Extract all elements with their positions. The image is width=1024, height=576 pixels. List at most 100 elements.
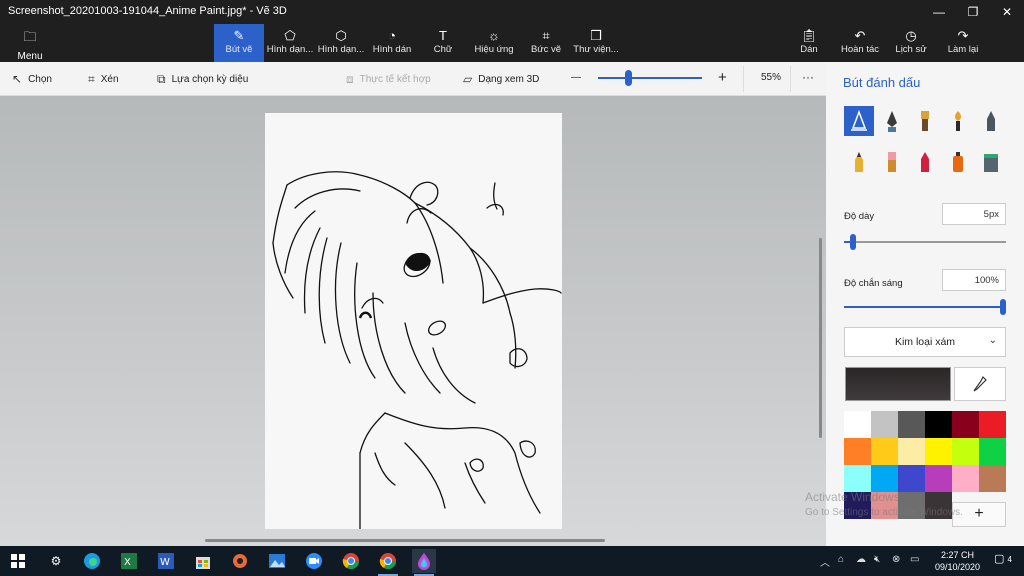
vertical-scrollbar[interactable] <box>819 238 822 438</box>
palette-swatch[interactable] <box>979 411 1006 438</box>
mixed-reality-button[interactable]: ⧈ Thực tế kết hợp <box>346 72 431 87</box>
view-3d-label: Dạng xem 3D <box>478 73 540 85</box>
chrome-app[interactable] <box>339 549 363 573</box>
tool-label: Bút vẽ <box>225 44 253 55</box>
palette-swatch[interactable] <box>844 465 871 492</box>
system-clock[interactable]: 2:27 CH 09/10/2020 <box>935 549 980 573</box>
photos-app[interactable] <box>265 549 289 573</box>
watermark-line1: Activate Windows <box>805 490 900 504</box>
start-button[interactable] <box>6 549 30 573</box>
paint-3d-app[interactable] <box>412 549 436 576</box>
select-button[interactable]: ↖ Chọn <box>12 72 52 86</box>
oil-brush[interactable] <box>910 106 940 136</box>
tool-3d-library[interactable]: ❒ Thư viện... <box>573 24 619 62</box>
redo-button[interactable]: ↷ Làm lại <box>944 24 982 62</box>
marker-brush[interactable] <box>844 106 874 136</box>
brush-icon: ✎ <box>233 28 245 43</box>
library-icon: ❒ <box>590 28 602 43</box>
eyedropper-button[interactable] <box>954 367 1006 401</box>
menu-button[interactable]: 🗀 Menu <box>10 28 50 62</box>
palette-swatch[interactable] <box>898 411 925 438</box>
more-options-button[interactable]: ··· <box>802 70 814 84</box>
drawing-canvas[interactable] <box>265 113 562 530</box>
palette-swatch[interactable] <box>871 465 898 492</box>
view-3d-icon: ▱ <box>463 72 473 86</box>
crop-label: Xén <box>100 74 119 85</box>
zoom-in-button[interactable]: + <box>718 69 727 86</box>
tool-stickers[interactable]: ◔ Hình dán <box>369 24 415 62</box>
battery-icon[interactable]: ▭ <box>910 554 919 565</box>
palette-swatch[interactable] <box>898 438 925 465</box>
crayon-brush[interactable] <box>910 147 940 177</box>
watermark-line2: Go to Settings to activate Windows. <box>805 507 963 518</box>
thickness-slider[interactable] <box>844 234 1006 250</box>
thickness-input[interactable]: 5px <box>942 203 1006 225</box>
palette-swatch[interactable] <box>871 411 898 438</box>
restore-button[interactable]: ❐ <box>956 0 990 24</box>
palette-swatch[interactable] <box>844 438 871 465</box>
opacity-input[interactable]: 100% <box>942 269 1006 291</box>
tool-effects[interactable]: ☼ Hiệu ứng <box>472 24 516 62</box>
palette-swatch[interactable] <box>898 465 925 492</box>
tool-brushes[interactable]: ✎ Bút vẽ <box>214 24 264 62</box>
zoom-value: 55% <box>761 72 782 83</box>
minimize-button[interactable]: — <box>922 0 956 24</box>
pencil-brush[interactable] <box>844 147 874 177</box>
magic-select-button[interactable]: ⧉ Lựa chọn kỳ diệu <box>157 72 248 87</box>
volume-muted-icon[interactable]: 🔇︎ <box>874 554 880 565</box>
crop-button[interactable]: ⌗ Xén <box>88 72 119 87</box>
zoom-app[interactable] <box>302 549 326 573</box>
thickness-slider-thumb[interactable] <box>850 234 856 250</box>
palette-swatch[interactable] <box>979 438 1006 465</box>
palette-swatch[interactable] <box>952 465 979 492</box>
opacity-slider-thumb[interactable] <box>1000 299 1006 315</box>
undo-button[interactable]: ↶ Hoàn tác <box>839 24 881 62</box>
palette-swatch[interactable] <box>979 465 1006 492</box>
palette-swatch[interactable] <box>925 465 952 492</box>
palette-swatch[interactable] <box>844 411 871 438</box>
svg-text:X: X <box>124 557 131 568</box>
word-app[interactable]: W <box>154 549 178 573</box>
network-icon[interactable]: ⌂ <box>838 554 844 565</box>
chrome-app-open[interactable] <box>376 549 400 576</box>
paste-button[interactable]: 📋︎ Dán <box>796 24 822 62</box>
store-app[interactable] <box>191 549 215 573</box>
settings-app[interactable]: ⚙ <box>44 549 68 573</box>
calligraphy-pen-brush[interactable] <box>877 106 907 136</box>
tool-3d-shapes[interactable]: ⬡ Hình dạn... <box>317 24 365 62</box>
current-color-swatch[interactable] <box>845 367 951 401</box>
line-art-drawing <box>272 171 562 530</box>
edge-app[interactable] <box>80 549 104 573</box>
eraser-brush[interactable] <box>877 147 907 177</box>
spray-can-brush[interactable] <box>943 147 973 177</box>
palette-swatch[interactable] <box>952 438 979 465</box>
zoom-out-button[interactable]: — <box>571 72 581 83</box>
view-3d-button[interactable]: ▱ Dạng xem 3D <box>463 72 539 86</box>
fill-bucket-brush[interactable] <box>976 147 1006 177</box>
tool-label: Hiệu ứng <box>474 44 514 55</box>
notification-center-button[interactable]: ▢ 4 <box>994 552 1012 565</box>
pixel-pen-icon <box>987 111 995 131</box>
onedrive-icon[interactable]: ☁ <box>856 554 866 565</box>
tool-label: Hình dạn... <box>317 44 365 55</box>
show-hidden-icons[interactable]: ︿ <box>820 554 830 569</box>
pixel-pen-brush[interactable] <box>976 106 1006 136</box>
texture-dropdown[interactable]: Kim loại xám ⌄ <box>844 327 1006 357</box>
horizontal-scrollbar[interactable] <box>205 539 605 542</box>
palette-swatch[interactable] <box>925 438 952 465</box>
history-button[interactable]: ◷ Lịch sử <box>893 24 929 62</box>
zoom-slider-track[interactable] <box>598 77 702 79</box>
error-icon[interactable]: ⊗ <box>892 554 900 565</box>
close-button[interactable]: ✕ <box>990 0 1024 24</box>
palette-swatch[interactable] <box>952 411 979 438</box>
zoom-slider-thumb[interactable] <box>625 70 632 86</box>
palette-swatch[interactable] <box>925 411 952 438</box>
opacity-slider[interactable] <box>844 299 1006 315</box>
tool-text[interactable]: T Chữ <box>425 24 461 62</box>
excel-app[interactable]: X <box>117 549 141 573</box>
media-app[interactable] <box>228 549 252 573</box>
tool-canvas[interactable]: ⌗ Bức vẽ <box>528 24 564 62</box>
watercolor-brush[interactable] <box>943 106 973 136</box>
palette-swatch[interactable] <box>871 438 898 465</box>
tool-2d-shapes[interactable]: ⬠ Hình dạn... <box>266 24 314 62</box>
